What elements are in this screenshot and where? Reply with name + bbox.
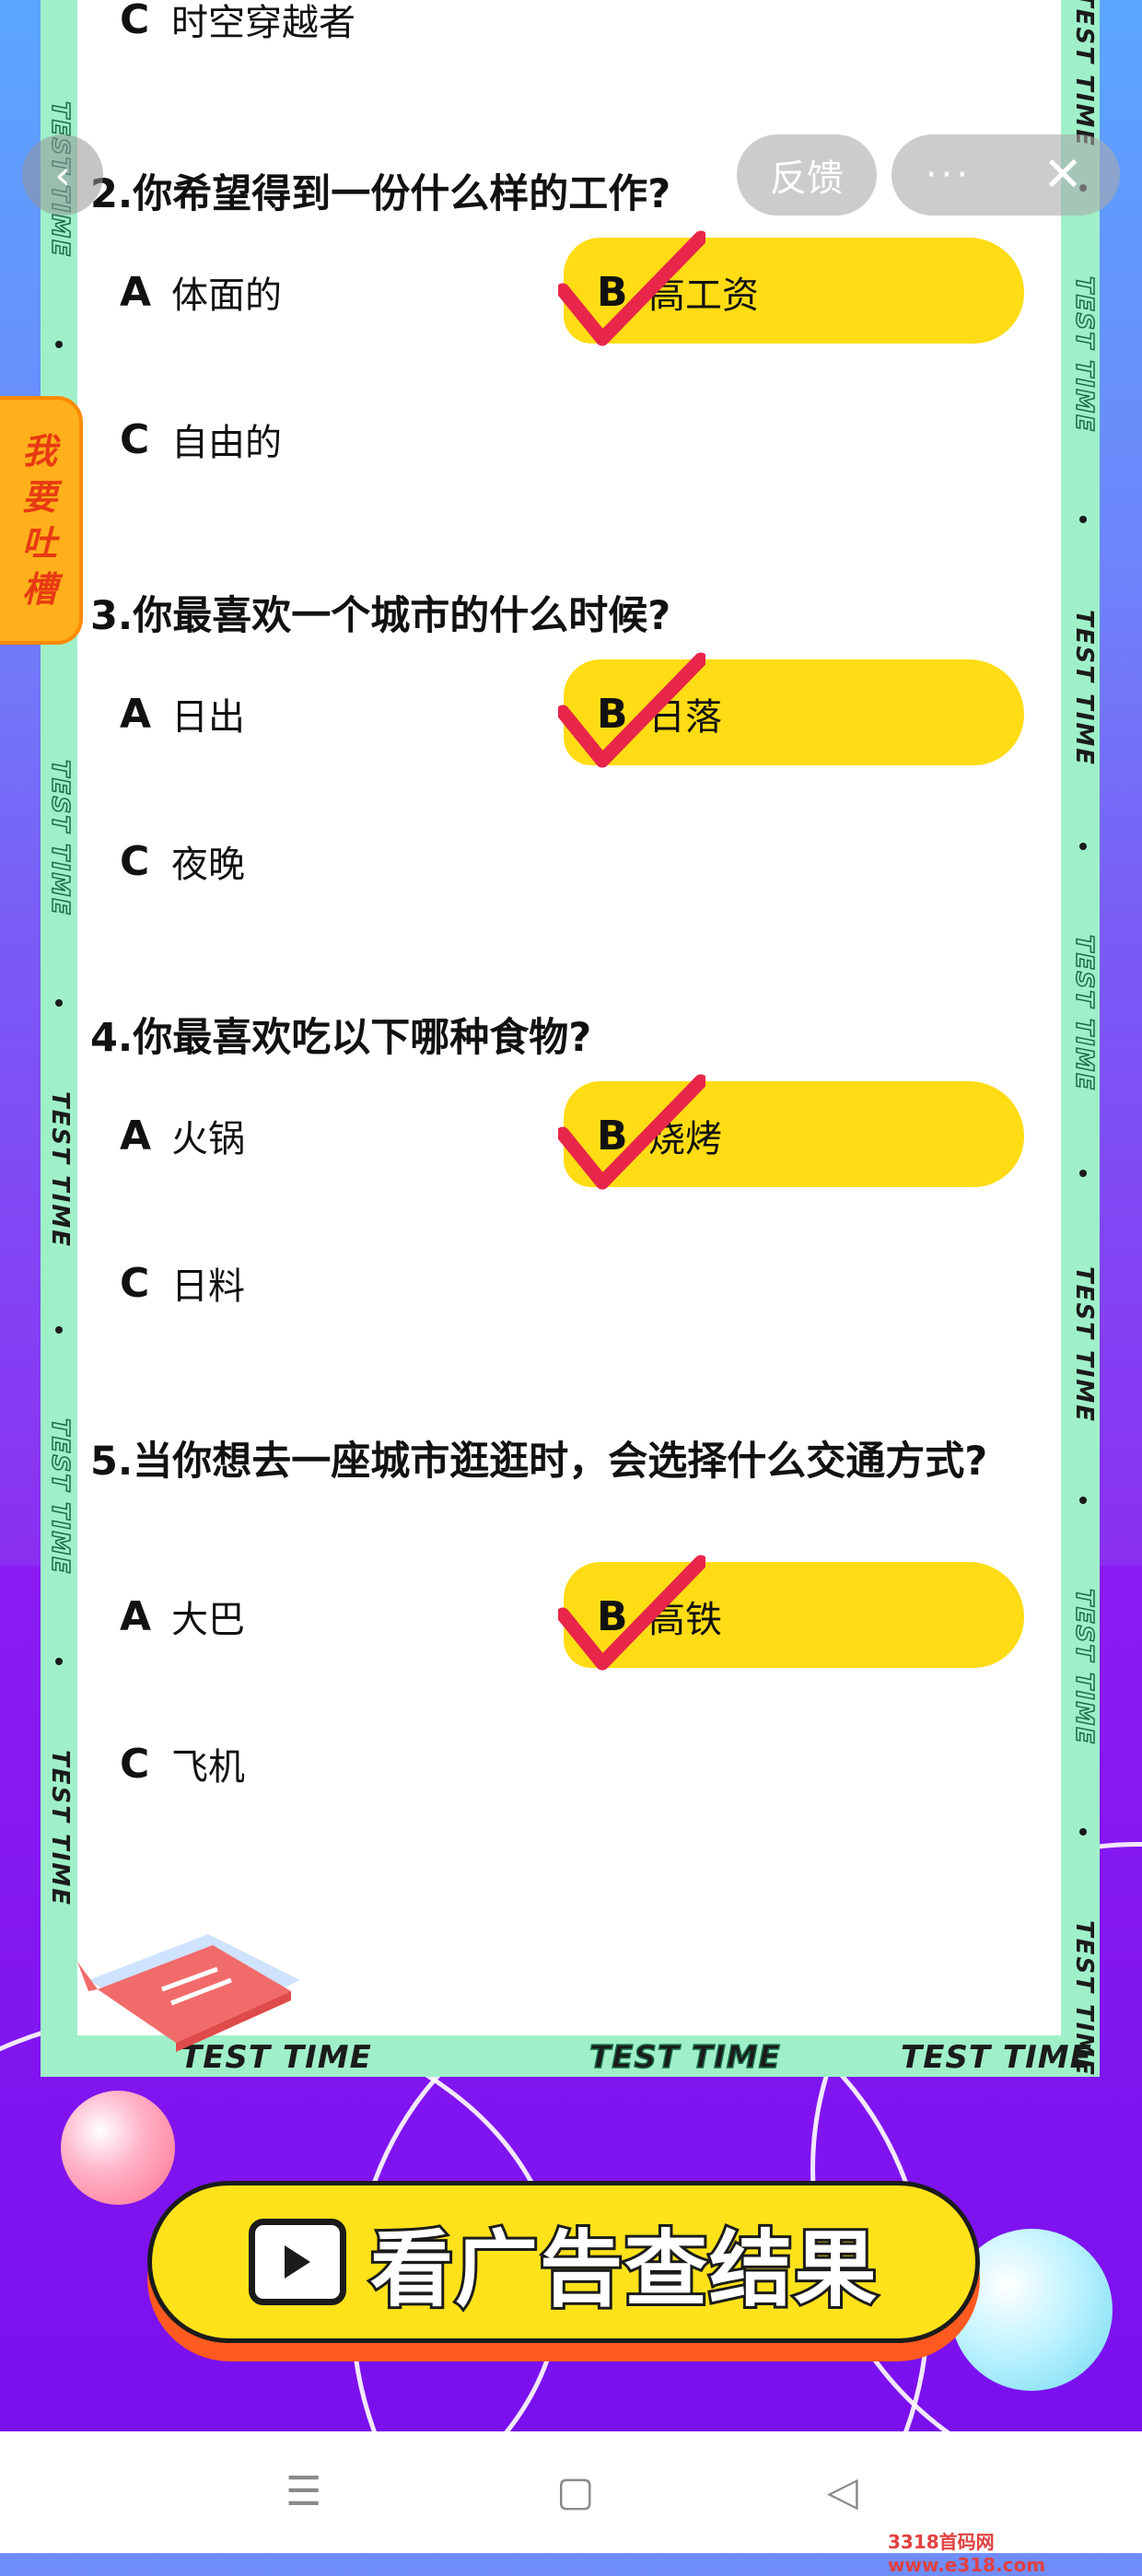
video-clapper-icon: [249, 2219, 346, 2305]
complain-char: 要: [21, 477, 57, 518]
more-icon[interactable]: ···: [891, 154, 1006, 196]
feedback-button[interactable]: 反馈: [737, 134, 877, 216]
side-label: TEST TIME: [46, 1750, 74, 1907]
option-a[interactable]: A 大巴: [120, 1590, 245, 1643]
side-label: TEST TIME: [1070, 0, 1098, 148]
checkmark-icon: [558, 652, 705, 768]
frame-dot: [1079, 516, 1087, 523]
option-text: 大巴: [171, 1599, 245, 1641]
frame-dot: [1079, 1828, 1087, 1836]
option-c[interactable]: C 日料: [120, 1256, 245, 1310]
bottom-label: TEST TIME: [901, 2039, 1092, 2076]
watermark: 3318首码网www.e318.com: [888, 2531, 1046, 2576]
option-letter: A: [120, 1112, 152, 1160]
option-c[interactable]: C 自由的: [120, 413, 282, 466]
cta-label: 看广告查结果: [367, 2219, 880, 2321]
option-text: 时空穿越者: [171, 2, 355, 44]
question-title: 5.当你想去一座城市逛逛时，会选择什么交通方式?: [90, 1439, 988, 1485]
option-text: 体面的: [171, 274, 282, 317]
option-text: 火锅: [171, 1118, 245, 1160]
option-letter: C: [120, 0, 150, 43]
side-label: TEST TIME: [1069, 275, 1099, 434]
option-c[interactable]: C 夜晚: [120, 834, 245, 888]
frame-dot: [55, 1326, 63, 1334]
checkmark-icon: [558, 230, 705, 346]
checkmark-icon: [558, 1555, 705, 1671]
question-title: 3.你最喜欢一个城市的什么时候?: [90, 593, 671, 639]
option-a[interactable]: A 日出: [120, 687, 245, 740]
complain-tab[interactable]: 我 要 吐 槽: [0, 396, 83, 645]
book-icon: [77, 1934, 300, 2052]
option-letter: C: [120, 1259, 150, 1307]
option-letter: A: [120, 690, 152, 738]
bottom-label: TEST TIME: [588, 2038, 781, 2077]
side-label: TEST TIME: [45, 1417, 75, 1576]
side-label: TEST TIME: [1070, 1266, 1098, 1424]
option-a[interactable]: A 体面的: [120, 265, 282, 319]
watch-ad-result-button[interactable]: 看广告查结果: [147, 2181, 980, 2343]
frame-dot: [55, 999, 63, 1007]
back-button[interactable]: ‹: [22, 134, 103, 216]
complain-char: 槽: [21, 569, 57, 610]
option-letter: C: [120, 415, 150, 463]
complain-char: 吐: [21, 523, 57, 564]
option-text: 日出: [171, 696, 245, 739]
back-icon[interactable]: ◁: [827, 2468, 858, 2515]
frame-dot: [1079, 1497, 1087, 1504]
side-label: TEST TIME: [46, 1091, 74, 1249]
side-label: TEST TIME: [1070, 610, 1098, 767]
close-icon[interactable]: ✕: [1006, 147, 1120, 203]
frame-dot: [55, 341, 63, 348]
decor-orb-pink: [61, 2091, 175, 2205]
option-text: 飞机: [171, 1746, 245, 1789]
chevron-left-icon: ‹: [54, 151, 71, 199]
checkmark-icon: [558, 1074, 705, 1190]
option-text: 夜晚: [171, 844, 245, 886]
option-letter: C: [120, 1740, 150, 1788]
capsule-menu: ··· ✕: [891, 134, 1120, 216]
complain-char: 我: [21, 431, 57, 472]
option-letter: C: [120, 837, 150, 885]
option-c[interactable]: C 飞机: [120, 1737, 245, 1790]
menu-icon[interactable]: ☰: [286, 2468, 321, 2515]
home-icon[interactable]: ▢: [556, 2468, 595, 2515]
option-a[interactable]: A 火锅: [120, 1109, 245, 1162]
option-letter: A: [120, 268, 152, 316]
option-text: 自由的: [171, 422, 282, 464]
frame-dot: [1079, 1170, 1087, 1177]
option-c[interactable]: C 时空穿越者: [120, 0, 355, 46]
frame-dot: [1079, 843, 1087, 850]
frame-dot: [55, 1658, 63, 1665]
option-letter: A: [120, 1592, 152, 1640]
side-label: TEST TIME: [45, 759, 75, 917]
side-label: TEST TIME: [1069, 1588, 1099, 1746]
question-title: 4.你最喜欢吃以下哪种食物?: [90, 1015, 592, 1061]
option-text: 日料: [171, 1265, 245, 1308]
side-label: TEST TIME: [1069, 934, 1099, 1092]
